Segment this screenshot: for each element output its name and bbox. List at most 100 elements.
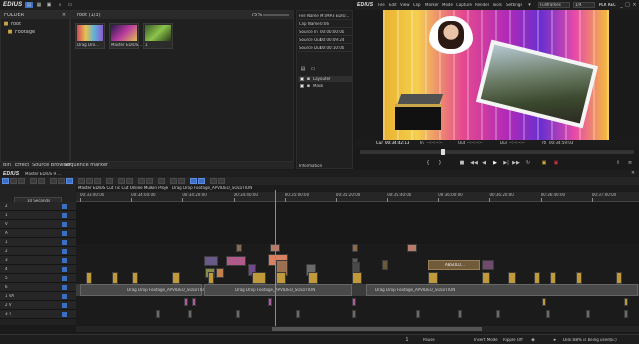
tab-bin[interactable]: Bin (3, 163, 11, 168)
sequence-tab[interactable]: Master EDIUS Cut Tic Cut Online Mulkin P… (78, 186, 168, 190)
timeline-clip[interactable] (352, 244, 358, 252)
close-icon[interactable]: × (632, 2, 637, 8)
fast-forward-icon[interactable]: ▶▶ (512, 160, 520, 166)
folder-tree-root[interactable]: ■ root (3, 21, 67, 27)
timeline-clip[interactable] (352, 310, 356, 318)
timeline-clip[interactable] (542, 298, 546, 306)
search-icon[interactable]: ⌕ (56, 2, 64, 8)
timeline-clip[interactable] (586, 310, 590, 318)
timeline-clip[interactable] (172, 272, 180, 284)
timeline-clip[interactable] (268, 298, 272, 306)
frame-rate-select[interactable]: Fullframes (538, 2, 570, 8)
rewind-icon[interactable]: ◀◀ (470, 160, 478, 166)
add-edit-button[interactable] (146, 178, 153, 184)
stop-icon[interactable]: ■ (459, 160, 465, 166)
save-button[interactable] (18, 178, 25, 184)
menu-edit[interactable]: Edit (389, 3, 397, 7)
track-header[interactable]: 1 (0, 211, 76, 220)
timeline-clip[interactable] (496, 310, 500, 318)
step-back-icon[interactable]: ◀ (481, 160, 487, 166)
track-toggle[interactable] (62, 276, 67, 281)
timeline-clip[interactable] (252, 272, 266, 284)
effect-row[interactable]: ▪ Mask (298, 83, 352, 89)
track-toggle[interactable] (62, 303, 67, 308)
delete-button[interactable] (106, 178, 113, 184)
cascade-icon[interactable]: ▦ (35, 2, 43, 8)
grid-icon[interactable]: ▣ (45, 2, 53, 8)
playhead-handle[interactable] (441, 149, 445, 155)
track-toggle[interactable] (62, 294, 67, 299)
video-clip-long[interactable]: Drag Drop Footage_APVIDEO_SOLUTION (366, 284, 638, 296)
title-clip[interactable]: ABSOLU... (428, 260, 480, 270)
track-header[interactable]: V (0, 220, 76, 229)
timeline-clip[interactable] (236, 310, 240, 318)
menu-file[interactable]: File (378, 3, 385, 7)
view-button[interactable] (190, 178, 197, 184)
track-header[interactable]: 4 (0, 265, 76, 274)
timeline-clip[interactable] (534, 272, 540, 284)
menu-clip[interactable]: Clip (413, 3, 421, 7)
timeline-clip[interactable] (508, 272, 516, 284)
timeline-clip[interactable] (276, 272, 286, 284)
timeline-clip[interactable] (624, 298, 628, 306)
maximize-icon[interactable]: □ (625, 2, 630, 8)
timeline-clip[interactable] (296, 310, 300, 318)
bin-zoom[interactable]: 75% (251, 13, 262, 18)
timeline-scrollbar[interactable] (76, 326, 639, 332)
overwrite-icon[interactable]: ▣ (553, 160, 559, 166)
timeline-clip[interactable] (192, 298, 196, 306)
sync-button[interactable] (58, 178, 65, 184)
timeline-clip[interactable] (236, 244, 242, 252)
track-header[interactable]: 3 (0, 256, 76, 265)
timeline-clip[interactable] (208, 272, 214, 284)
sequence-tab-2[interactable]: Drag Drop Footage_APVIDEO_SOLUTION (172, 186, 262, 190)
track-header[interactable]: 5 (0, 274, 76, 283)
render-button[interactable] (158, 178, 165, 184)
track-button[interactable] (38, 178, 45, 184)
timeline-playhead[interactable] (275, 190, 276, 326)
tab-sequence-marker[interactable]: Sequence marker (64, 163, 108, 168)
track-header[interactable]: A (0, 229, 76, 238)
loop-icon[interactable]: ↻ (525, 160, 531, 166)
scale-select[interactable]: 1/4 (573, 2, 595, 8)
track-toggle[interactable] (62, 312, 67, 317)
chevron-down-icon[interactable]: ▾ (527, 2, 532, 8)
zoom-slider[interactable] (263, 14, 289, 16)
timeline-clip[interactable] (352, 272, 362, 284)
menu-tools[interactable]: Tools (492, 3, 502, 7)
track-header[interactable]: 2 (0, 247, 76, 256)
effect-row[interactable]: ▪ Layouter (298, 76, 352, 82)
timeline-clip[interactable] (86, 272, 92, 284)
timeline-clip[interactable] (550, 272, 556, 284)
split-button[interactable] (138, 178, 145, 184)
video-clip-long[interactable]: Drag Drop Footage_APVIDEO_SOLUTION (80, 284, 207, 296)
paste-button[interactable] (94, 178, 101, 184)
track-header[interactable]: 3 T (0, 310, 76, 319)
timeline-clip[interactable] (216, 268, 224, 278)
effect-checkbox[interactable] (300, 77, 304, 81)
timeline-clip[interactable] (407, 244, 417, 252)
link-button[interactable] (66, 178, 73, 184)
scrollbar-thumb[interactable] (272, 327, 482, 331)
settings-button[interactable] (210, 178, 217, 184)
track-toggle[interactable] (62, 222, 67, 227)
mode-button[interactable] (30, 178, 37, 184)
timeline-clip[interactable] (616, 272, 622, 284)
track-toggle[interactable] (62, 204, 67, 209)
menu-marker[interactable]: Marker (425, 3, 439, 7)
track-toggle[interactable] (62, 240, 67, 245)
set-in-icon[interactable]: { (425, 160, 431, 166)
redo-button[interactable] (126, 178, 133, 184)
menu-settings[interactable]: Settings (506, 3, 522, 7)
tab-information[interactable]: Information (299, 164, 322, 168)
timeline-clip[interactable] (188, 310, 192, 318)
timeline-clip[interactable] (482, 260, 494, 270)
track-header[interactable]: 2 V (0, 301, 76, 310)
marker-button[interactable] (170, 178, 177, 184)
ripple-button[interactable] (50, 178, 57, 184)
timeline-clip[interactable] (112, 272, 118, 284)
timeline-clip[interactable] (428, 272, 438, 284)
minimize-icon[interactable]: _ (619, 2, 624, 8)
step-forward-icon[interactable]: ▶| (503, 160, 509, 166)
open-project-button[interactable] (10, 178, 17, 184)
